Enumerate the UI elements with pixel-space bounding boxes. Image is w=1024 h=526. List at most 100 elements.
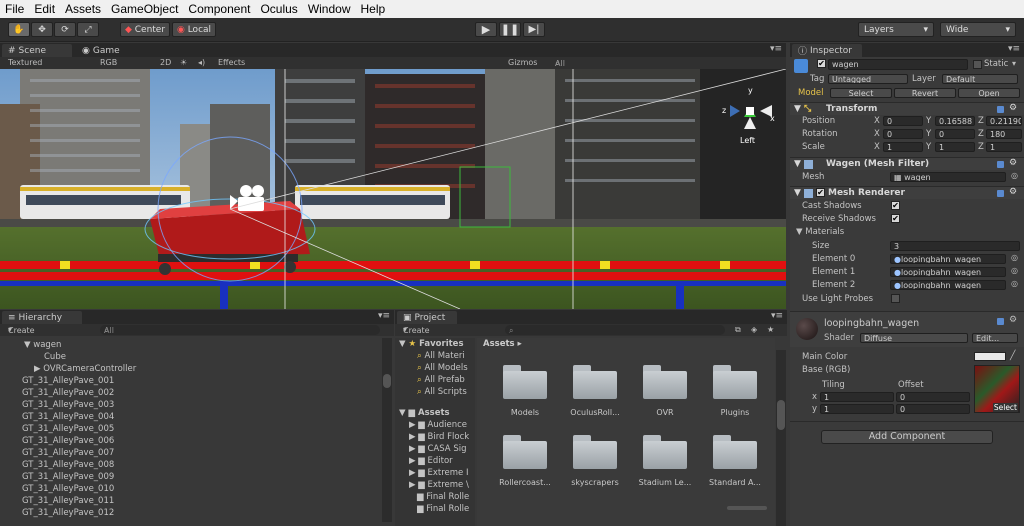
model-open-button[interactable]: Open bbox=[958, 88, 1020, 98]
object-picker-icon[interactable]: ◎ bbox=[1011, 266, 1018, 275]
scale-tool-button[interactable]: ⤢ bbox=[77, 22, 99, 37]
toggle-2d[interactable]: 2D bbox=[160, 58, 171, 67]
filter-label-icon[interactable]: ◈ bbox=[751, 325, 757, 334]
project-scrollbar[interactable] bbox=[776, 350, 786, 526]
tiling-x-field[interactable]: 1 bbox=[820, 392, 894, 402]
rotation-x-field[interactable]: 0 bbox=[883, 129, 923, 139]
rotation-y-field[interactable]: 0 bbox=[935, 129, 975, 139]
list-item[interactable]: GT_31_AlleyPave_005 bbox=[22, 424, 114, 436]
icon-size-slider[interactable] bbox=[727, 506, 767, 510]
fav-item[interactable]: ⌕ All Scripts bbox=[417, 387, 467, 399]
asset-folder[interactable]: ▶ ▆ CASA Sig bbox=[409, 444, 466, 456]
material-header[interactable]: loopingbahn_wagen Shader Diffuse Edit...… bbox=[790, 311, 1024, 347]
list-item[interactable]: GT_31_AlleyPave_012 bbox=[22, 508, 114, 518]
folder-rollercoast[interactable] bbox=[503, 435, 547, 469]
favorites-header[interactable]: ▼ ★ Favorites bbox=[399, 339, 464, 351]
shader-edit-button[interactable]: Edit... bbox=[972, 333, 1018, 343]
static-dropdown-arrow-icon[interactable]: ▾ bbox=[1012, 59, 1016, 68]
model-select-button[interactable]: Select bbox=[830, 88, 892, 98]
list-item[interactable]: GT_31_AlleyPave_006 bbox=[22, 436, 114, 448]
color-mode-dropdown[interactable]: RGB bbox=[100, 58, 117, 67]
rotation-z-field[interactable]: 180 bbox=[986, 129, 1022, 139]
eyedropper-icon[interactable]: ╱ bbox=[1010, 351, 1015, 361]
texture-thumbnail[interactable]: Select bbox=[974, 365, 1020, 413]
project-create-button[interactable]: Create ▾ bbox=[403, 325, 430, 335]
asset-folder[interactable]: ▶ ▆ Bird Flock bbox=[409, 432, 469, 444]
layout-dropdown[interactable]: Wide ▾ bbox=[940, 22, 1016, 37]
tab-inspector[interactable]: ⓘ Inspector bbox=[792, 44, 862, 57]
object-picker-icon[interactable]: ◎ bbox=[1011, 171, 1018, 180]
folder-plugins[interactable] bbox=[713, 365, 757, 399]
pivot-center-button[interactable]: ◆ Center bbox=[120, 22, 170, 37]
list-item[interactable]: GT_31_AlleyPave_009 bbox=[22, 472, 114, 484]
list-item[interactable]: GT_31_AlleyPave_010 bbox=[22, 484, 114, 496]
asset-folder[interactable]: ▶ ▆ Extreme \ bbox=[409, 480, 469, 492]
list-item[interactable]: GT_31_AlleyPave_002 bbox=[22, 388, 114, 400]
receive-shadows-checkbox[interactable]: ✔ bbox=[891, 214, 900, 223]
materials-size-field[interactable]: 3 bbox=[890, 241, 1020, 251]
menu-component[interactable]: Component bbox=[183, 2, 255, 16]
space-local-button[interactable]: ◉ Local bbox=[172, 22, 216, 37]
step-button[interactable]: ▶| bbox=[523, 22, 545, 37]
effects-dropdown[interactable]: Effects bbox=[218, 58, 245, 67]
help-book-icon[interactable] bbox=[997, 106, 1004, 113]
list-item[interactable]: GT_31_AlleyPave_003 bbox=[22, 400, 114, 412]
layers-dropdown[interactable]: Layers ▾ bbox=[858, 22, 934, 37]
folder-ovr[interactable] bbox=[643, 365, 687, 399]
hierarchy-create-button[interactable]: Create ▾ bbox=[8, 325, 35, 335]
help-book-icon[interactable] bbox=[997, 161, 1004, 168]
texture-select-button[interactable]: Select bbox=[992, 403, 1018, 412]
element-2-field[interactable]: ●loopingbahn_wagen bbox=[890, 280, 1006, 290]
layer-dropdown[interactable]: Default bbox=[942, 74, 1018, 84]
tab-hierarchy[interactable]: ≡ Hierarchy bbox=[2, 311, 82, 324]
tree-item-cube[interactable]: Cube bbox=[44, 352, 66, 364]
menu-assets[interactable]: Assets bbox=[60, 2, 106, 16]
scale-y-field[interactable]: 1 bbox=[935, 142, 975, 152]
asset-folder[interactable]: ▶ ▆ Audience bbox=[409, 420, 467, 432]
lighting-icon[interactable]: ☀ bbox=[180, 58, 187, 67]
list-item[interactable]: GT_31_AlleyPave_011 bbox=[22, 496, 114, 508]
panel-menu-icon[interactable]: ▾≡ bbox=[1008, 44, 1020, 54]
hierarchy-search[interactable]: ⌕ All bbox=[100, 325, 380, 335]
tab-game[interactable]: ◉ Game bbox=[76, 44, 136, 57]
object-name-field[interactable]: wagen bbox=[828, 59, 968, 70]
panel-menu-icon[interactable]: ▾≡ bbox=[771, 311, 783, 321]
fav-item[interactable]: ⌕ All Models bbox=[417, 363, 468, 375]
transform-header[interactable]: ▼ ⤡ Transform ⚙ bbox=[790, 102, 1024, 115]
gizmos-dropdown[interactable]: Gizmos bbox=[508, 58, 537, 67]
gear-icon[interactable]: ⚙ bbox=[1009, 315, 1017, 325]
folder-skyscrapers[interactable] bbox=[573, 435, 617, 469]
fav-item[interactable]: ⌕ All Materi bbox=[417, 351, 465, 363]
menu-oculus[interactable]: Oculus bbox=[255, 2, 302, 16]
menu-edit[interactable]: Edit bbox=[29, 2, 60, 16]
object-picker-icon[interactable]: ◎ bbox=[1011, 253, 1018, 262]
render-mode-dropdown[interactable]: Textured bbox=[8, 58, 42, 67]
assets-header[interactable]: ▼ ▆ Assets bbox=[399, 408, 450, 420]
light-probes-checkbox[interactable] bbox=[891, 294, 900, 303]
menu-file[interactable]: File bbox=[0, 2, 29, 16]
offset-x-field[interactable]: 0 bbox=[896, 392, 970, 402]
play-button[interactable]: ▶ bbox=[475, 22, 497, 37]
hierarchy-scrollbar[interactable] bbox=[382, 338, 392, 522]
favorite-star-icon[interactable]: ★ bbox=[767, 325, 774, 334]
breadcrumb[interactable]: Assets ▸ bbox=[477, 338, 775, 350]
cast-shadows-checkbox[interactable]: ✔ bbox=[891, 201, 900, 210]
scale-x-field[interactable]: 1 bbox=[883, 142, 923, 152]
add-component-button[interactable]: Add Component bbox=[821, 430, 993, 444]
mesh-filter-header[interactable]: ▼ Wagen (Mesh Filter) ⚙ bbox=[790, 157, 1024, 170]
scale-z-field[interactable]: 1 bbox=[986, 142, 1022, 152]
move-tool-button[interactable]: ✥ bbox=[31, 22, 53, 37]
mesh-field[interactable]: ▦ wagen bbox=[890, 172, 1006, 182]
gear-icon[interactable]: ⚙ bbox=[1009, 187, 1017, 197]
tree-item-ovr[interactable]: ▶ OVRCameraController bbox=[34, 364, 136, 376]
folder-standard[interactable] bbox=[713, 435, 757, 469]
list-item[interactable]: GT_31_AlleyPave_008 bbox=[22, 460, 114, 472]
scene-viewport[interactable]: y z x Left bbox=[0, 69, 786, 309]
model-revert-button[interactable]: Revert bbox=[894, 88, 956, 98]
position-y-field[interactable]: 0.16588 bbox=[935, 116, 975, 126]
asset-folder[interactable]: ▶ ▆ Editor bbox=[409, 456, 453, 468]
position-z-field[interactable]: 0.21190 bbox=[986, 116, 1022, 126]
folder-stadium[interactable] bbox=[643, 435, 687, 469]
folder-models[interactable] bbox=[503, 365, 547, 399]
help-book-icon[interactable] bbox=[997, 318, 1004, 325]
